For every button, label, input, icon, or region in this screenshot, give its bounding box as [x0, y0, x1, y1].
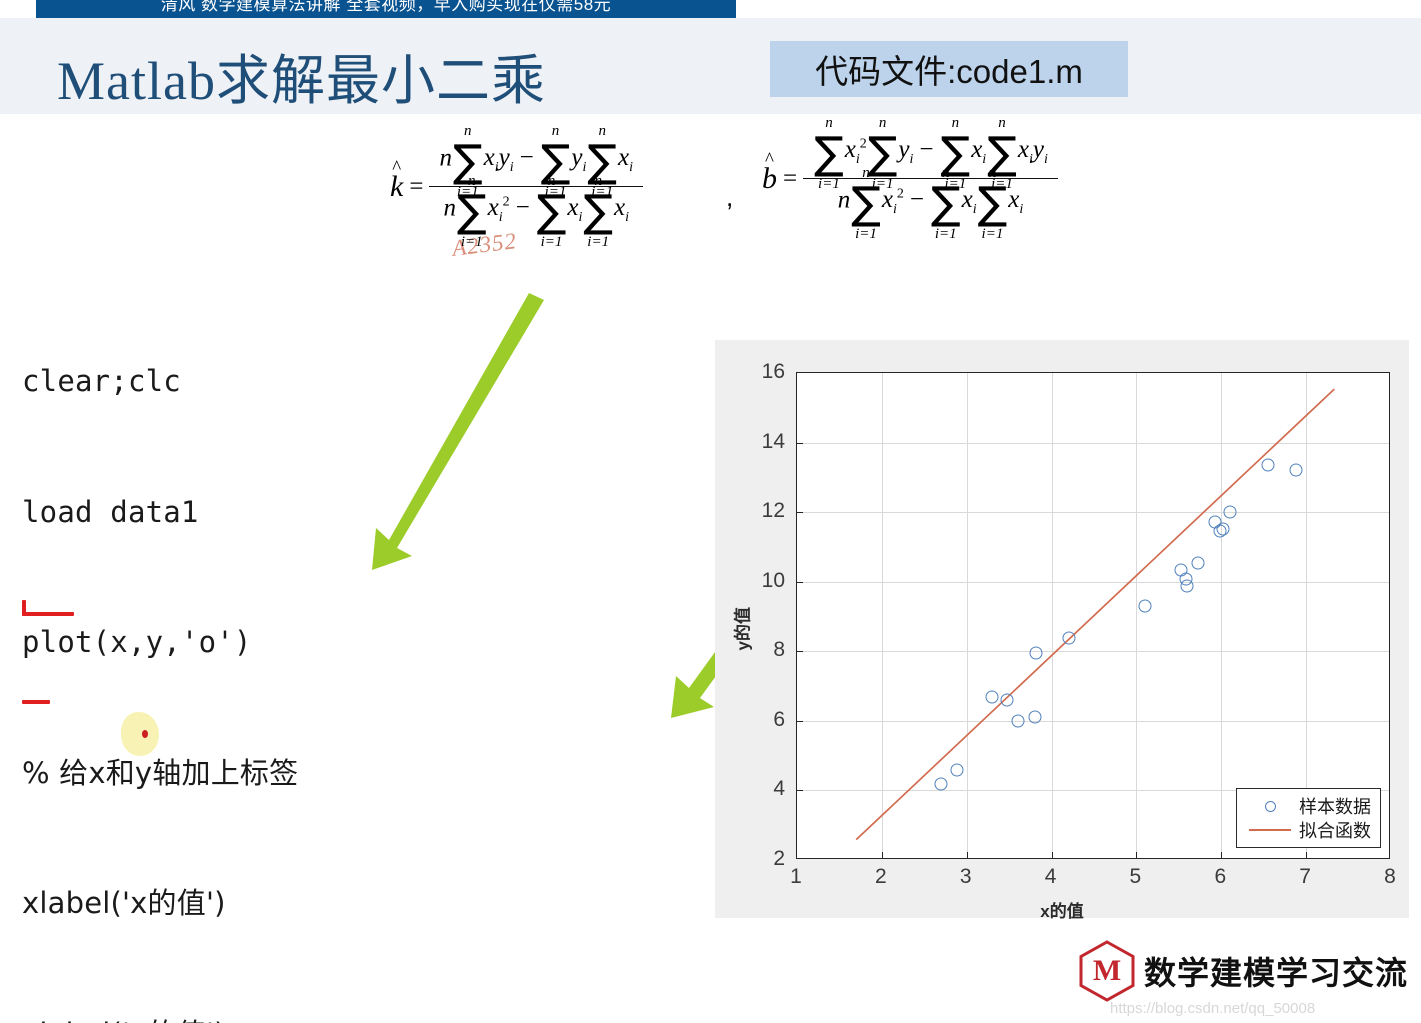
brand-logo: M 数学建模学习交流	[1078, 940, 1408, 1002]
data-point	[1011, 714, 1025, 728]
sum-icon: n ∑ i=1	[540, 123, 571, 201]
red-dot-mark	[142, 730, 148, 738]
promo-banner: 清风 数学建模算法讲解 全套视频，早入购买现在仅需58元	[36, 0, 736, 18]
tick-label-y: 8	[773, 638, 785, 662]
code-file-chip: 代码文件:code1.m	[770, 41, 1128, 97]
formula-k-numerator: n n ∑ i=1 xiyi − n ∑ i=1 yi n ∑ i=1 xi	[429, 123, 644, 201]
marker-circle-icon	[1244, 800, 1296, 812]
data-point	[1028, 710, 1042, 724]
axis-label-y: y的值	[733, 607, 753, 651]
tick-label-y: 14	[761, 429, 785, 453]
legend-label: 样本数据	[1299, 797, 1371, 817]
tick-label-y: 12	[761, 499, 785, 523]
hexagon-logo-icon: M	[1078, 940, 1136, 1002]
legend-item-fit-function: 拟合函数	[1244, 818, 1371, 842]
formula-b-numerator: n ∑ i=1 xi2 n ∑ i=1 yi − n ∑ i=1 xi n ∑ i=1 xiyi	[803, 115, 1058, 193]
tick-label-y: 2	[773, 847, 785, 870]
formula-b-equals: =	[783, 164, 798, 192]
formula-b-lhs: ^ b	[762, 148, 777, 195]
tick-label-y: 10	[761, 568, 785, 592]
brand-name: 数学建模学习交流	[1144, 955, 1409, 991]
matlab-code-block: clear;clc load data1 plot(x,y,'o') % 给x和…	[22, 273, 738, 1023]
tick-label-x: 3	[959, 865, 972, 888]
tick-label-x: 1	[790, 865, 802, 888]
tick-label-x: 6	[1214, 865, 1227, 888]
red-tick-k	[22, 600, 26, 616]
tick-label-x: 8	[1384, 865, 1396, 888]
red-underline-b	[22, 700, 50, 704]
code-line: clear;clc	[22, 364, 181, 398]
slide-root: 清风 数学建模算法讲解 全套视频，早入购买现在仅需58元 Matlab求解最小二…	[0, 0, 1421, 1023]
code-line: xlabel('x的值')	[22, 886, 226, 920]
formula-b-fraction: n ∑ i=1 xi2 n ∑ i=1 yi − n ∑ i=1 xi n ∑ i=1 xiyi n n ∑ i=1 x…	[803, 115, 1058, 242]
code-line: ylabel('y的值')	[22, 1013, 738, 1023]
formula-b-denominator: n n ∑ i=1 xi2− n ∑ i=1 xi n ∑ i=1 xi	[837, 164, 1024, 242]
tick-label-x: 5	[1129, 865, 1142, 888]
tick-label-x: 7	[1299, 865, 1311, 888]
tick-label-y: 16	[761, 360, 785, 383]
formula-k-hat: ^ k = n n ∑ i=1 xiyi − n ∑ i=1 yi n ∑ i=1 xi n n ∑ i=1 xi2…	[390, 123, 644, 250]
hat-accent-icon: ^	[392, 156, 402, 178]
page-title: Matlab求解最小二乘	[57, 51, 546, 111]
sum-icon: n ∑ i=1	[536, 172, 567, 250]
data-point	[1223, 505, 1237, 519]
tick-label-x: 2	[875, 865, 887, 888]
legend-item-sample-data: 样本数据	[1244, 794, 1371, 818]
fitted-line	[855, 388, 1335, 841]
sum-icon: n ∑ i=1	[583, 172, 614, 250]
sum-icon: n ∑ i=1	[587, 123, 618, 201]
sum-icon: n ∑ i=1	[456, 172, 487, 250]
formula-k-equals: =	[409, 172, 424, 200]
formula-separator: ,	[726, 182, 734, 212]
formula-row: A2352 ^ k = n n ∑ i=1 xiyi − n ∑ i=1 yi n ∑ i=1 xi n n ∑…	[0, 115, 1421, 270]
data-point	[1216, 522, 1230, 536]
tick-label-x: 4	[1044, 865, 1057, 888]
brand-letter: M	[1092, 954, 1122, 987]
yellow-highlight	[121, 712, 159, 756]
data-point	[950, 763, 963, 777]
data-point	[985, 690, 999, 703]
sum-icon: n ∑ i=1	[867, 115, 898, 193]
data-point	[1180, 579, 1194, 592]
data-point	[1289, 463, 1303, 477]
formula-k-lhs: ^ k	[390, 156, 404, 203]
formula-k-fraction: n n ∑ i=1 xiyi − n ∑ i=1 yi n ∑ i=1 xi n n ∑ i=1 xi2− n ∑ i=…	[429, 123, 644, 250]
data-point	[1191, 556, 1204, 570]
plot-area: 样本数据 拟合函数	[796, 372, 1390, 859]
axis-label-x: x的值	[1040, 902, 1084, 921]
line-segment-icon	[1244, 829, 1296, 831]
data-point	[1261, 458, 1275, 472]
chart-legend[interactable]: 样本数据 拟合函数	[1236, 788, 1381, 848]
code-line: load data1	[22, 494, 199, 529]
tick-label-y: 6	[773, 707, 785, 731]
legend-label: 拟合函数	[1299, 821, 1371, 841]
sum-icon: n ∑ i=1	[930, 164, 961, 242]
code-line: plot(x,y,'o')	[22, 625, 252, 659]
tick-label-y: 4	[773, 777, 785, 801]
formula-k-denominator: n n ∑ i=1 xi2− n ∑ i=1 xi n ∑ i=1 xi	[443, 172, 630, 250]
code-line: % 给x和y轴加上标签	[22, 755, 299, 790]
red-underline-k	[22, 612, 74, 616]
csdn-watermark: https://blog.csdn.net/qq_50008	[1110, 1000, 1316, 1017]
data-point	[1029, 646, 1043, 660]
data-point	[934, 777, 948, 790]
hat-accent-icon: ^	[765, 148, 774, 170]
sum-icon: n ∑ i=1	[814, 115, 844, 193]
data-point	[1062, 631, 1076, 645]
sum-icon: n ∑ i=1	[851, 164, 881, 242]
data-point	[1138, 599, 1152, 613]
matlab-figure: 样本数据 拟合函数 16 14 12 10 8 6 4 2 1 2 3 4 5 …	[715, 340, 1409, 921]
sum-icon: n ∑ i=1	[977, 164, 1008, 242]
data-point	[1000, 693, 1014, 707]
formula-b-hat: ^ b = n ∑ i=1 xi2 n ∑ i=1 yi − n ∑ i=1 xi n ∑ i=1 xiyi nn…	[762, 115, 1058, 242]
